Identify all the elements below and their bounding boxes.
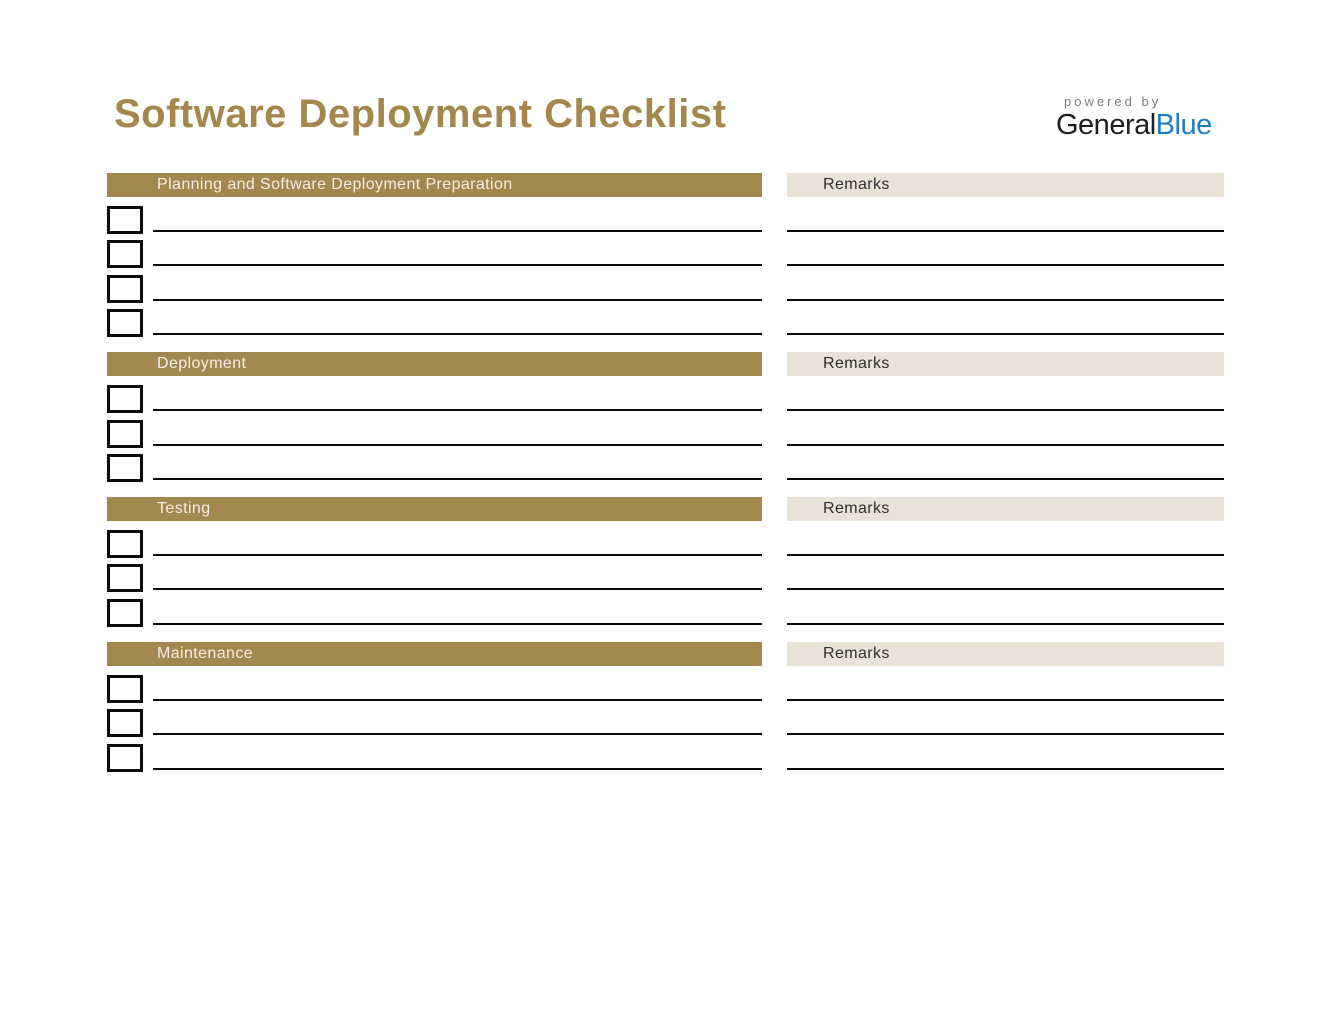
section-testing: Testing Remarks — [107, 497, 1224, 625]
section-title: Testing — [107, 497, 762, 521]
checklist-row — [107, 411, 1224, 446]
checkbox[interactable] — [107, 275, 143, 303]
task-input-line[interactable] — [153, 768, 762, 770]
checklist-row — [107, 232, 1224, 267]
checkbox[interactable] — [107, 385, 143, 413]
checkbox[interactable] — [107, 240, 143, 268]
section-header: Maintenance Remarks — [107, 642, 1224, 666]
section-header: Deployment Remarks — [107, 352, 1224, 376]
brand-wordmark: GeneralBlue — [1056, 109, 1212, 142]
checklist-row — [107, 521, 1224, 556]
remarks-input-line[interactable] — [787, 768, 1224, 770]
brand-blue: Blue — [1156, 109, 1212, 141]
remarks-input-line[interactable] — [787, 333, 1224, 335]
remarks-header: Remarks — [787, 642, 1224, 666]
section-title: Planning and Software Deployment Prepara… — [107, 173, 762, 197]
powered-by-label: powered by — [1056, 94, 1212, 109]
checkbox[interactable] — [107, 675, 143, 703]
checklist-row — [107, 590, 1224, 625]
checkbox[interactable] — [107, 454, 143, 482]
remarks-header: Remarks — [787, 173, 1224, 197]
section-maintenance: Maintenance Remarks — [107, 642, 1224, 770]
checkbox[interactable] — [107, 420, 143, 448]
checklist-row — [107, 735, 1224, 770]
remarks-input-line[interactable] — [787, 478, 1224, 480]
checkbox[interactable] — [107, 309, 143, 337]
section-title: Deployment — [107, 352, 762, 376]
checkbox[interactable] — [107, 530, 143, 558]
checkbox[interactable] — [107, 744, 143, 772]
checklist: Planning and Software Deployment Prepara… — [107, 173, 1224, 787]
section-title: Maintenance — [107, 642, 762, 666]
checklist-row — [107, 701, 1224, 736]
checkbox[interactable] — [107, 709, 143, 737]
checklist-row — [107, 556, 1224, 591]
checklist-row — [107, 446, 1224, 481]
section-deployment: Deployment Remarks — [107, 352, 1224, 480]
section-planning: Planning and Software Deployment Prepara… — [107, 173, 1224, 335]
checklist-row — [107, 197, 1224, 232]
task-input-line[interactable] — [153, 623, 762, 625]
checkbox[interactable] — [107, 206, 143, 234]
checkbox[interactable] — [107, 599, 143, 627]
task-input-line[interactable] — [153, 333, 762, 335]
general-blue-logo: powered by GeneralBlue — [1056, 94, 1212, 142]
checklist-row — [107, 301, 1224, 336]
section-header: Planning and Software Deployment Prepara… — [107, 173, 1224, 197]
page-root: { "header": { "title": "Software Deploym… — [0, 0, 1320, 1020]
checklist-row — [107, 266, 1224, 301]
checkbox[interactable] — [107, 564, 143, 592]
checklist-row — [107, 376, 1224, 411]
remarks-header: Remarks — [787, 352, 1224, 376]
remarks-header: Remarks — [787, 497, 1224, 521]
section-header: Testing Remarks — [107, 497, 1224, 521]
brand-general: General — [1056, 109, 1156, 141]
checklist-row — [107, 666, 1224, 701]
task-input-line[interactable] — [153, 478, 762, 480]
page-title: Software Deployment Checklist — [114, 92, 726, 137]
remarks-input-line[interactable] — [787, 623, 1224, 625]
